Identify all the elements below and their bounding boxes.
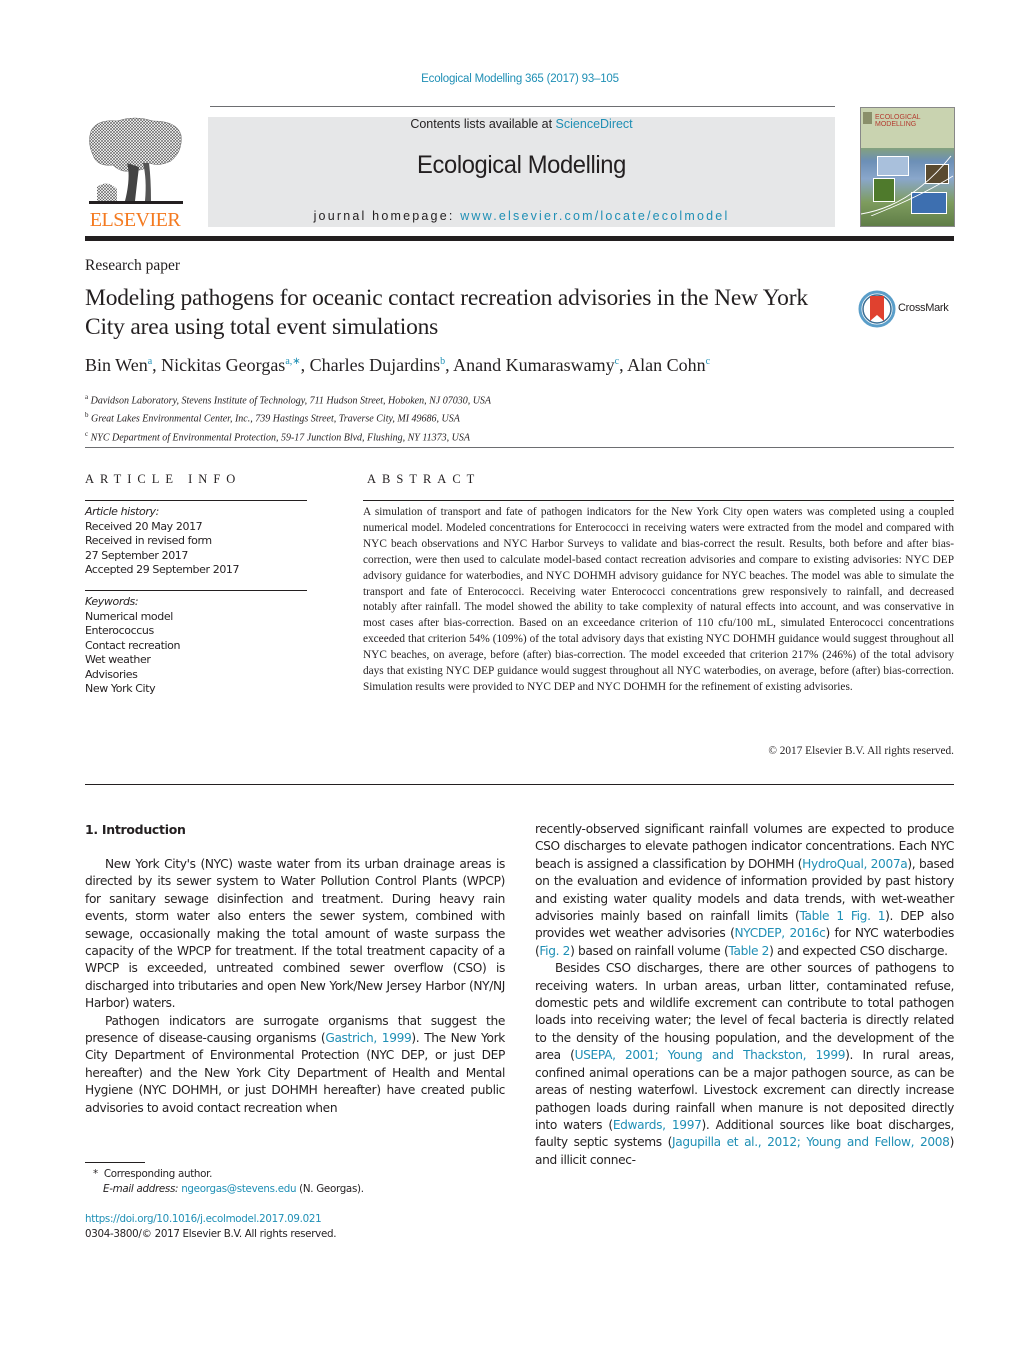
affiliations: a Davidson Laboratory, Stevens Institute…: [85, 390, 491, 445]
journal-homepage-link[interactable]: www.elsevier.com/locate/ecolmodel: [460, 209, 729, 223]
elsevier-wordmark: ELSEVIER: [89, 209, 181, 231]
keywords-divider: [85, 590, 307, 591]
text-run: ) and expected CSO discharge.: [769, 943, 948, 958]
citation-link[interactable]: USEPA, 2001; Young and Thackston, 1999: [575, 1048, 846, 1062]
email-label: E-mail address:: [103, 1183, 179, 1195]
table-link[interactable]: Table 2: [728, 944, 769, 958]
paragraph: recently-observed significant rainfall v…: [535, 821, 954, 960]
author-affiliation-mark[interactable]: a,∗: [285, 356, 300, 367]
citation-link[interactable]: HydroQual, 2007a: [802, 857, 908, 871]
elsevier-logo[interactable]: ELSEVIER: [85, 117, 185, 231]
contents-availability: Contents lists available at ScienceDirec…: [208, 117, 835, 131]
citation-link[interactable]: NYCDEP, 2016c: [735, 926, 826, 940]
author-affiliation-mark[interactable]: c: [706, 356, 710, 367]
author-list: Bin Wena, Nickitas Georgasa,∗, Charles D…: [85, 355, 711, 375]
affiliation-text: Great Lakes Environmental Center, Inc., …: [91, 413, 460, 425]
history-item: Accepted 29 September 2017: [85, 563, 240, 576]
affiliation-text: NYC Department of Environmental Protecti…: [90, 431, 470, 443]
journal-title: Ecological Modelling: [417, 151, 626, 179]
affiliation-key: a: [85, 393, 89, 401]
history-item: Received 20 May 2017: [85, 519, 203, 533]
author-name[interactable]: Alan Cohn: [627, 355, 706, 375]
doi-block: https://doi.org/10.1016/j.ecolmodel.2017…: [85, 1212, 336, 1242]
email-link[interactable]: ngeorgas@stevens.edu: [181, 1183, 296, 1195]
journal-citation-link[interactable]: Ecological Modelling 365 (2017) 93–105: [0, 73, 1020, 85]
journal-homepage: journal homepage: www.elsevier.com/locat…: [208, 209, 835, 223]
article-type: Research paper: [85, 257, 181, 274]
history-item: Received in revised form: [85, 534, 212, 547]
affiliation-text: Davidson Laboratory, Stevens Institute o…: [90, 395, 492, 407]
cover-publisher-badge: [863, 112, 872, 124]
paragraph: New York City's (NYC) waste water from i…: [85, 857, 505, 1011]
keyword-item: Wet weather: [85, 653, 151, 666]
journal-masthead: Contents lists available at ScienceDirec…: [208, 117, 835, 227]
footnote-mark: *: [93, 1168, 98, 1180]
sciencedirect-link[interactable]: ScienceDirect: [556, 117, 633, 131]
author-name[interactable]: Bin Wen: [85, 355, 148, 375]
keywords: Keywords: Numerical model Enterococcus C…: [85, 595, 180, 697]
keyword-item: Advisories: [85, 667, 138, 681]
homepage-prefix: journal homepage:: [313, 209, 461, 223]
affiliation-item: a Davidson Laboratory, Stevens Institute…: [85, 390, 491, 408]
abstract-heading: ABSTRACT: [367, 472, 481, 486]
issn-copyright: 0304-3800/© 2017 Elsevier B.V. All right…: [85, 1228, 337, 1240]
citation-link[interactable]: Edwards, 1997: [613, 1118, 702, 1132]
table-figure-link[interactable]: Table 1 Fig. 1: [799, 909, 885, 923]
citation-link[interactable]: Jagupilla et al., 2012; Young and Fellow…: [672, 1135, 950, 1149]
citation-link[interactable]: Gastrich, 1999: [325, 1031, 411, 1045]
author-affiliation-mark[interactable]: c: [615, 356, 619, 367]
affiliation-key: b: [85, 411, 89, 420]
footnote-rule: [85, 1162, 145, 1163]
crossmark-icon: [858, 290, 896, 328]
article-history-label: Article history:: [85, 505, 159, 518]
journal-cover-image[interactable]: ECOLOGICAL MODELLING: [860, 107, 955, 227]
crossmark-label: CrossMark: [898, 302, 949, 314]
affiliation-divider: [85, 447, 954, 448]
corresponding-author-footnote: * Corresponding author. E-mail address: …: [93, 1167, 364, 1197]
section-heading-introduction: 1. Introduction: [85, 822, 186, 837]
header-thick-rule: [85, 236, 954, 241]
keywords-label: Keywords:: [85, 595, 139, 608]
abstract-copyright: © 2017 Elsevier B.V. All rights reserved…: [768, 745, 954, 757]
paragraph: Pathogen indicators are surrogate organi…: [85, 1013, 505, 1117]
article-title: Modeling pathogens for oceanic contact r…: [85, 285, 808, 340]
keyword-item: Enterococcus: [85, 624, 154, 637]
keyword-item: Contact recreation: [85, 638, 181, 652]
crossmark-button[interactable]: CrossMark: [858, 290, 958, 330]
author-affiliation-mark[interactable]: a: [148, 356, 152, 367]
body-column-left: New York City's (NYC) waste water from i…: [85, 856, 505, 1117]
paragraph: Besides CSO discharges, there are other …: [535, 960, 954, 1169]
author-name[interactable]: Charles Dujardins: [310, 355, 440, 375]
figure-link[interactable]: Fig. 2: [539, 944, 570, 958]
cover-decoration-lines: [861, 155, 954, 216]
cover-title-line1: ECOLOGICAL: [875, 114, 921, 121]
abstract-text: A simulation of transport and fate of pa…: [363, 506, 954, 693]
email-suffix: (N. Georgas).: [296, 1183, 364, 1195]
author-affiliation-mark[interactable]: b: [440, 356, 445, 367]
article-history: Article history: Received 20 May 2017 Re…: [85, 505, 240, 578]
doi-link[interactable]: https://doi.org/10.1016/j.ecolmodel.2017…: [85, 1212, 336, 1227]
history-item: 27 September 2017: [85, 548, 188, 562]
abstract-divider: [363, 500, 954, 501]
body-column-right: recently-observed significant rainfall v…: [535, 821, 954, 1169]
cover-title: ECOLOGICAL MODELLING: [875, 114, 921, 128]
main-divider: [85, 784, 954, 785]
article-info-heading: ARTICLE INFO: [85, 472, 242, 486]
keyword-item: New York City: [85, 682, 156, 695]
author-name[interactable]: Anand Kumaraswamy: [453, 355, 614, 375]
elsevier-tree-icon: [89, 117, 183, 204]
affiliation-key: c: [85, 429, 89, 438]
contents-prefix: Contents lists available at: [410, 117, 556, 131]
article-info-divider: [85, 500, 307, 501]
keyword-item: Numerical model: [85, 609, 173, 623]
author-name[interactable]: Nickitas Georgas: [161, 355, 285, 375]
text-run: ) based on rainfall volume (: [570, 943, 729, 958]
cover-title-line2: MODELLING: [875, 121, 917, 128]
footnote-text: Corresponding author.: [103, 1168, 213, 1180]
affiliation-item: c NYC Department of Environmental Protec…: [85, 427, 491, 445]
affiliation-item: b Great Lakes Environmental Center, Inc.…: [85, 408, 491, 426]
header-top-rule: [210, 106, 835, 107]
